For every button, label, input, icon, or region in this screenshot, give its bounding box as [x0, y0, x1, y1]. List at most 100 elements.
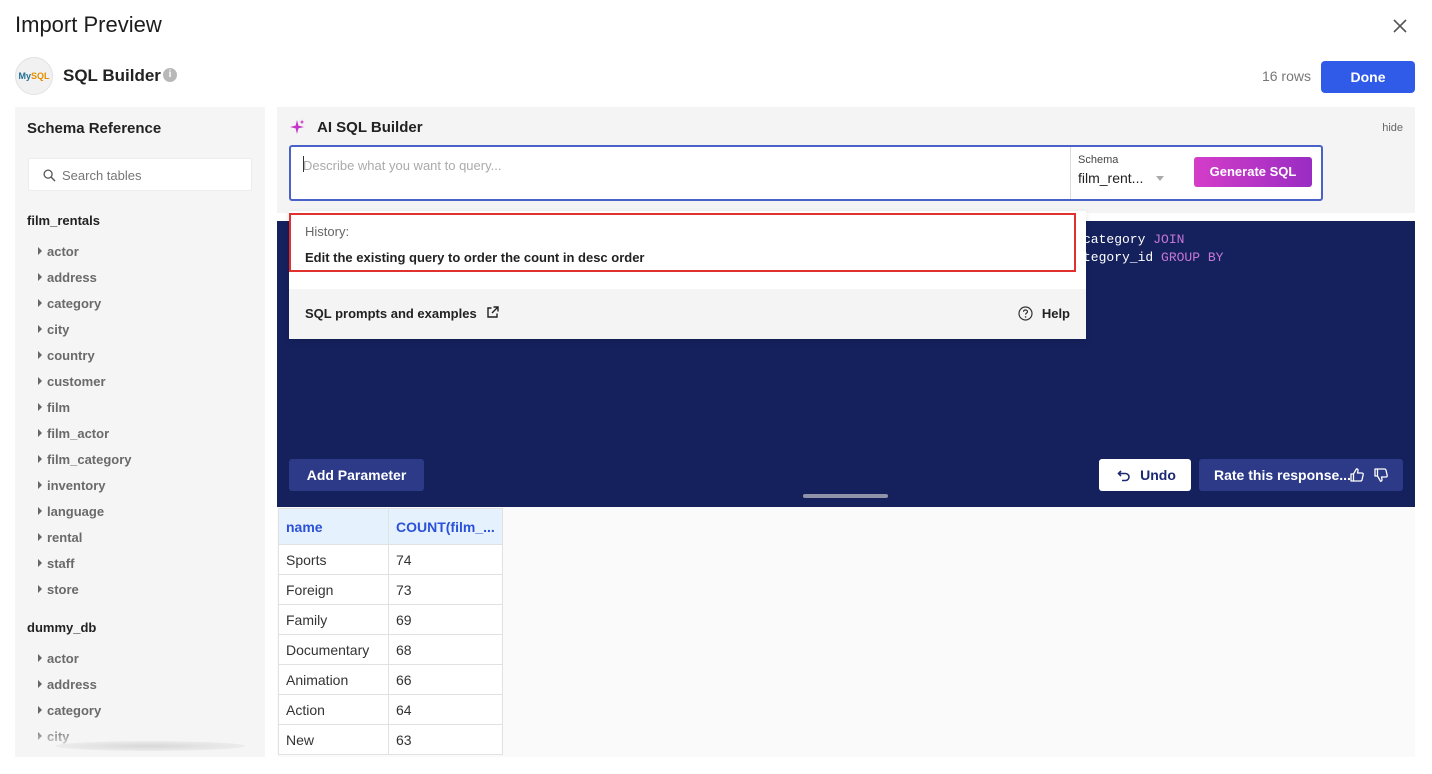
- page-title: Import Preview: [15, 12, 162, 37]
- search-icon: [43, 169, 56, 182]
- table-cell: 73: [388, 574, 503, 605]
- schema-table-label: inventory: [47, 478, 106, 493]
- sql-prompts-link[interactable]: SQL prompts and examples: [305, 306, 477, 321]
- schema-table-item[interactable]: address: [38, 270, 97, 285]
- caret-right-icon: [38, 706, 42, 714]
- schema-table-item[interactable]: film_category: [38, 452, 132, 467]
- add-parameter-button[interactable]: Add Parameter: [289, 459, 424, 491]
- schema-select[interactable]: Schema film_rent...: [1070, 147, 1180, 199]
- schema-table-label: address: [47, 270, 97, 285]
- schema-table-label: category: [47, 703, 102, 718]
- info-icon[interactable]: i: [163, 68, 177, 82]
- hide-link[interactable]: hide: [1382, 122, 1403, 134]
- rows-count: 16 rows: [1261, 68, 1311, 84]
- schema-table-item[interactable]: customer: [38, 374, 106, 389]
- table-header-row: name COUNT(film_...: [278, 508, 503, 545]
- search-tables-input[interactable]: [62, 165, 242, 185]
- table-cell: 63: [388, 724, 503, 755]
- sparkle-icon: [290, 119, 305, 134]
- schema-table-item[interactable]: actor: [38, 651, 79, 666]
- schema-table-label: actor: [47, 651, 79, 666]
- schema-table-item[interactable]: rental: [38, 530, 82, 545]
- schema-table-item[interactable]: store: [38, 582, 79, 597]
- help-link[interactable]: Help: [1042, 306, 1070, 321]
- column-header[interactable]: name: [278, 508, 389, 545]
- column-header[interactable]: COUNT(film_...: [388, 508, 503, 545]
- schema-table-label: film_category: [47, 452, 132, 467]
- table-cell: Foreign: [278, 574, 389, 605]
- prompt-input[interactable]: [303, 155, 1063, 175]
- table-cell: 74: [388, 544, 503, 575]
- schema-table-item[interactable]: language: [38, 504, 104, 519]
- table-cell: 66: [388, 664, 503, 695]
- caret-right-icon: [38, 325, 42, 333]
- done-button[interactable]: Done: [1321, 61, 1415, 93]
- schema-table-item[interactable]: address: [38, 677, 97, 692]
- generate-sql-button[interactable]: Generate SQL: [1194, 157, 1312, 187]
- history-label: History:: [305, 224, 350, 239]
- schema-table-label: category: [47, 296, 102, 311]
- dropdown-footer: SQL prompts and examples Help: [289, 289, 1086, 339]
- caret-right-icon: [38, 299, 42, 307]
- schema-table-item[interactable]: country: [38, 348, 95, 363]
- resize-handle[interactable]: [803, 494, 888, 498]
- builder-title: SQL Builder: [63, 66, 161, 85]
- schema-table-item[interactable]: inventory: [38, 478, 106, 493]
- caret-right-icon: [38, 507, 42, 515]
- table-cell: Family: [278, 604, 389, 635]
- table-row: Foreign 73: [278, 574, 503, 605]
- builder-header: My SQL SQL Builder i 16 rows Done: [15, 57, 1415, 95]
- history-item[interactable]: Edit the existing query to order the cou…: [305, 250, 645, 265]
- external-link-icon[interactable]: [486, 306, 499, 319]
- results-table: name COUNT(film_... Sports 74 Foreign 73 Fami…: [278, 508, 503, 755]
- schema-table-item[interactable]: city: [38, 322, 69, 337]
- prompt-box[interactable]: Schema film_rent... Generate SQL: [289, 145, 1323, 201]
- table-cell: Sports: [278, 544, 389, 575]
- schema-table-label: city: [47, 322, 70, 337]
- table-row: New 63: [278, 724, 503, 755]
- schema-table-item[interactable]: staff: [38, 556, 74, 571]
- table-cell: Animation: [278, 664, 389, 695]
- mysql-logo-icon: My SQL: [15, 57, 53, 95]
- code-line: category JOIN: [1083, 232, 1184, 247]
- table-row: Animation 66: [278, 664, 503, 695]
- schema-table-label: rental: [47, 530, 83, 545]
- ai-sql-builder-bar: AI SQL Builder hide Schema film_rent... …: [277, 107, 1415, 213]
- scroll-shadow: [55, 741, 245, 751]
- table-cell: Action: [278, 694, 389, 725]
- schema-table-item[interactable]: film: [38, 400, 70, 415]
- thumbs-up-icon[interactable]: [1349, 467, 1365, 483]
- text-cursor: [303, 156, 304, 172]
- caret-right-icon: [38, 680, 42, 688]
- schema-table-item[interactable]: film_actor: [38, 426, 109, 441]
- code-keyword: JOIN: [1153, 232, 1185, 247]
- schema-table-label: store: [47, 582, 79, 597]
- close-icon[interactable]: [1388, 14, 1412, 38]
- history-section: History: Edit the existing query to orde…: [289, 213, 1076, 272]
- help-icon[interactable]: [1018, 306, 1033, 321]
- caret-right-icon: [38, 533, 42, 541]
- code-text: category: [1083, 232, 1154, 247]
- code-line: tegory_id GROUP BY: [1083, 250, 1223, 265]
- schema-table-item[interactable]: category: [38, 703, 101, 718]
- chevron-down-icon: [1156, 176, 1164, 181]
- schema-table-item[interactable]: category: [38, 296, 101, 311]
- caret-right-icon: [38, 654, 42, 662]
- search-tables-box[interactable]: [28, 158, 252, 191]
- table-body: Sports 74 Foreign 73 Family 69 Documentary 68 An…: [278, 544, 503, 755]
- schema-table-label: address: [47, 677, 97, 692]
- caret-right-icon: [38, 403, 42, 411]
- schema-reference-panel: Schema Reference film_rentalsactor addres…: [15, 107, 265, 757]
- schema-db-film-rentals[interactable]: film_rentals: [27, 213, 100, 228]
- rate-response-button[interactable]: Rate this response...: [1199, 459, 1403, 491]
- results-panel: name COUNT(film_... Sports 74 Foreign 73 Fami…: [277, 507, 1415, 757]
- logo-text-my: My: [18, 71, 31, 81]
- schema-table-item[interactable]: actor: [38, 244, 79, 259]
- schema-db-dummy-db[interactable]: dummy_db: [27, 620, 96, 635]
- logo-text-sql: SQL: [31, 71, 50, 81]
- undo-button[interactable]: Undo: [1099, 459, 1191, 491]
- caret-right-icon: [38, 351, 42, 359]
- schema-select-label: Schema: [1078, 154, 1119, 166]
- schema-table-label: staff: [47, 556, 75, 571]
- thumbs-down-icon[interactable]: [1373, 467, 1389, 483]
